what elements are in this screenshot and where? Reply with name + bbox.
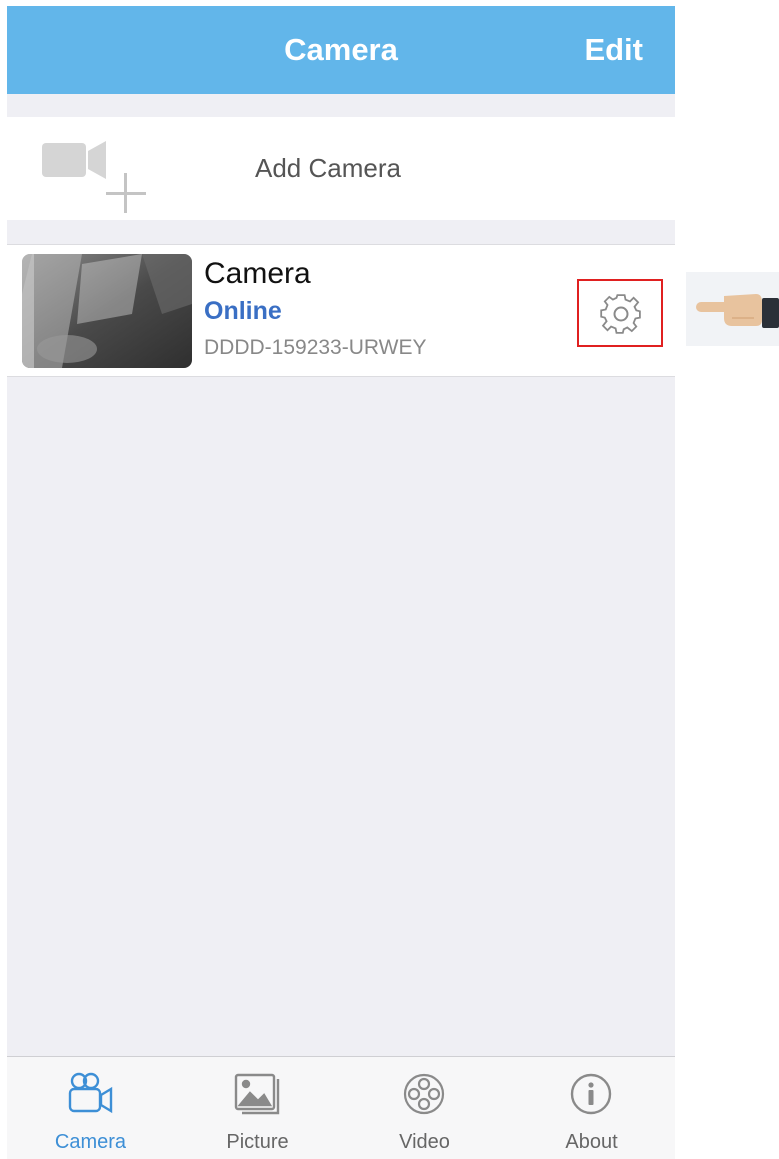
camera-settings-button[interactable]	[577, 279, 663, 347]
about-tab-icon	[570, 1073, 612, 1115]
picture-tab-icon	[234, 1073, 280, 1115]
add-camera-row[interactable]: Add Camera	[7, 117, 675, 220]
pointing-hand-icon	[686, 272, 779, 346]
edit-button[interactable]: Edit	[584, 6, 643, 94]
video-camera-add-icon	[42, 141, 146, 213]
tab-picture-label: Picture	[226, 1131, 289, 1153]
tab-camera-label: Camera	[54, 1131, 127, 1153]
tab-bar: Camera Picture Video About	[7, 1056, 675, 1159]
tab-video[interactable]: Video	[341, 1057, 508, 1159]
camera-tab-icon	[68, 1072, 113, 1114]
camera-uid: DDDD-159233-URWEY	[204, 336, 427, 359]
tab-about-label: About	[565, 1131, 618, 1153]
tab-picture[interactable]: Picture	[174, 1057, 341, 1159]
add-camera-label: Add Camera	[255, 153, 401, 183]
tab-camera[interactable]: Camera	[7, 1057, 174, 1159]
nav-bar: Camera Edit	[7, 6, 675, 94]
camera-name: Camera	[204, 257, 311, 290]
app-screen: Camera Edit Add Camera Camera Online DDD…	[7, 6, 675, 1159]
tab-about[interactable]: About	[508, 1057, 675, 1159]
camera-thumbnail[interactable]	[22, 254, 192, 368]
page-title: Camera	[284, 32, 398, 67]
tab-video-label: Video	[399, 1131, 450, 1153]
video-tab-icon	[403, 1073, 445, 1115]
camera-list-item[interactable]: Camera Online DDDD-159233-URWEY	[7, 244, 675, 377]
gear-icon	[600, 294, 641, 334]
camera-status: Online	[204, 297, 282, 325]
